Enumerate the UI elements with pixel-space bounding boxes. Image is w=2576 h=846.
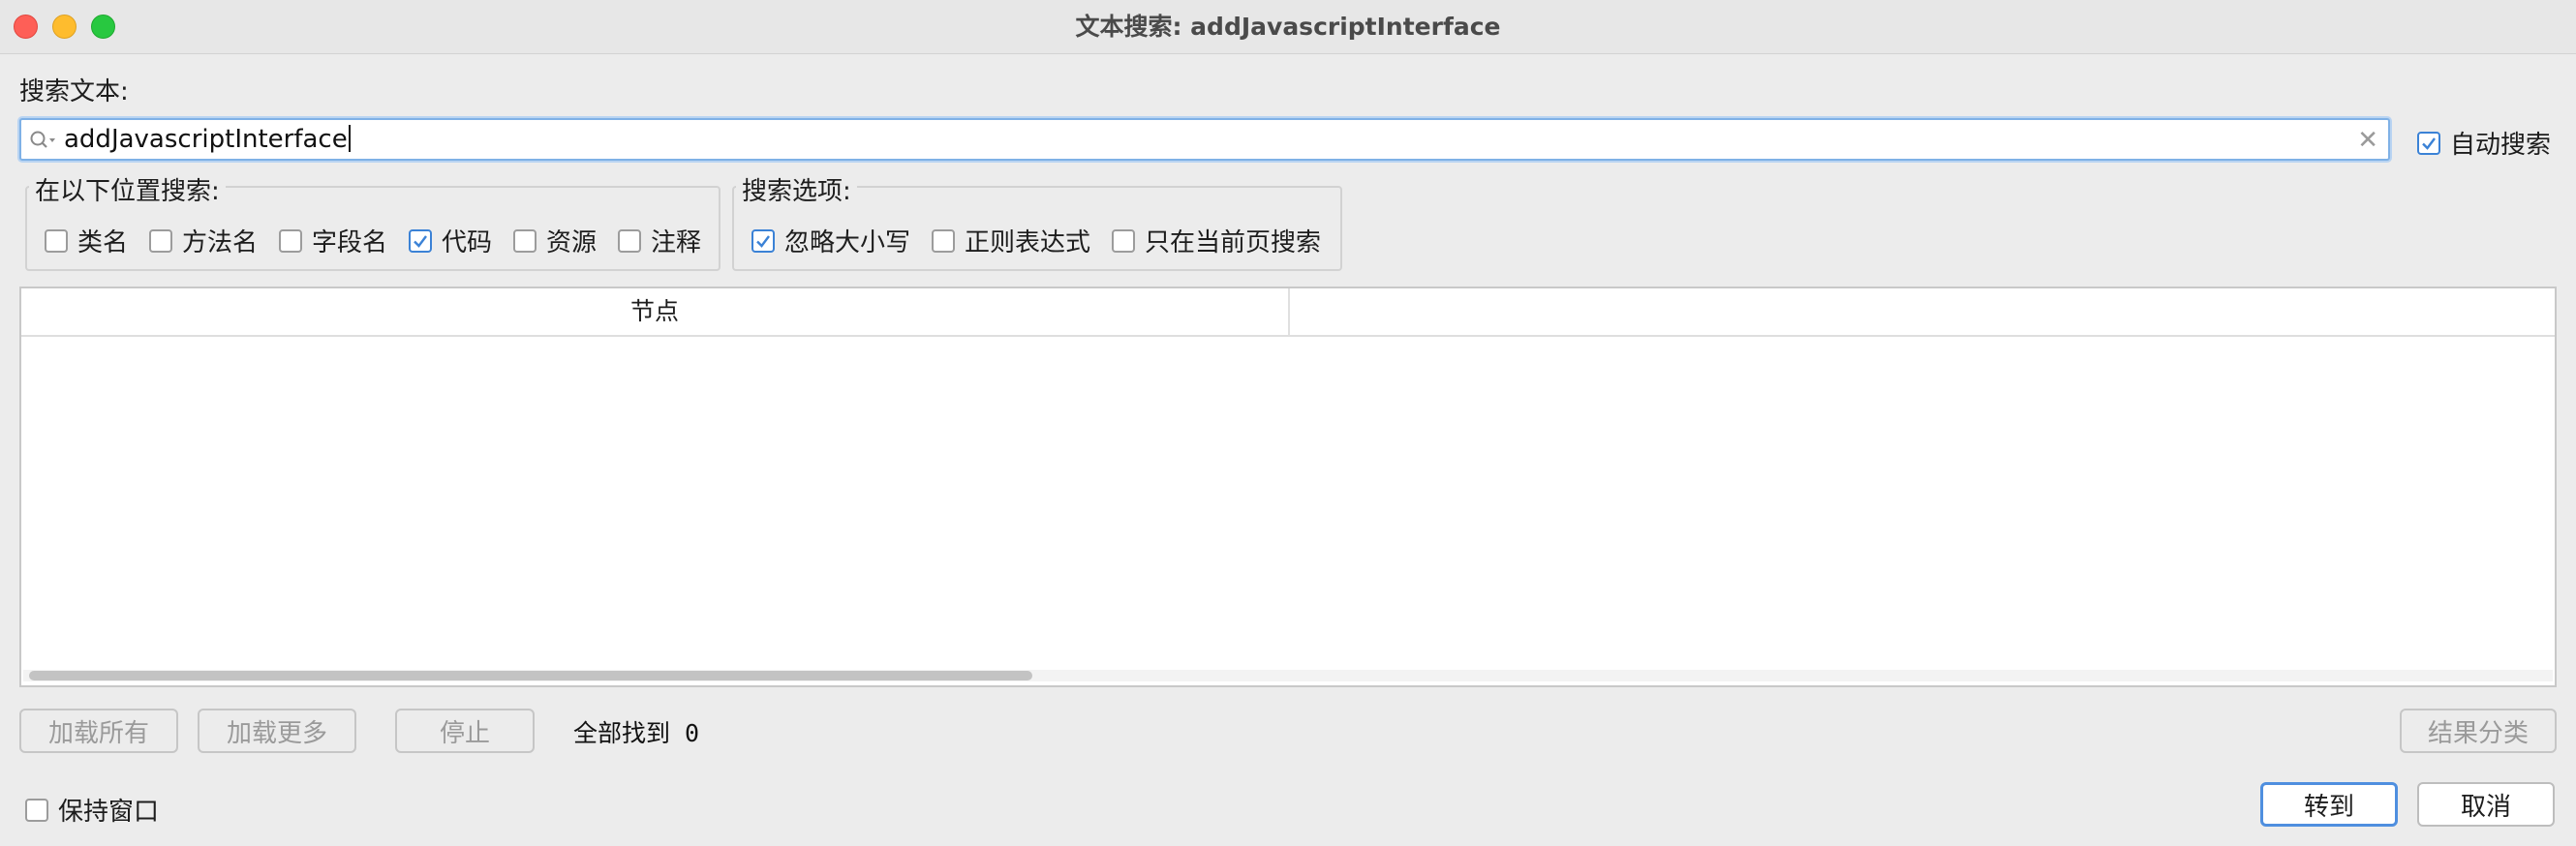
cancel-button[interactable]: 取消 bbox=[2417, 782, 2555, 827]
search-in-code-checkbox[interactable]: 代码 bbox=[409, 223, 492, 258]
table-header: 节点 bbox=[21, 288, 2555, 337]
checkbox-unchecked-icon[interactable] bbox=[932, 228, 955, 253]
column-header-2[interactable] bbox=[1290, 288, 2555, 335]
keep-window-checkbox[interactable]: 保持窗口 bbox=[25, 792, 159, 828]
load-all-button[interactable]: 加载所有 bbox=[19, 709, 178, 753]
auto-search-label: 自动搜索 bbox=[2450, 131, 2552, 160]
sort-results-button[interactable]: 结果分类 bbox=[2400, 709, 2557, 753]
current-page-only-checkbox[interactable]: 只在当前页搜索 bbox=[1112, 223, 1321, 258]
checkbox-unchecked-icon[interactable] bbox=[279, 228, 302, 253]
column-header-node[interactable]: 节点 bbox=[21, 288, 1288, 335]
regex-checkbox[interactable]: 正则表达式 bbox=[932, 223, 1090, 258]
field-name-label: 字段名 bbox=[312, 228, 388, 257]
resource-label: 资源 bbox=[546, 228, 598, 257]
goto-button[interactable]: 转到 bbox=[2260, 782, 2398, 827]
checkbox-checked-icon[interactable] bbox=[751, 228, 775, 253]
checkbox-unchecked-icon[interactable] bbox=[45, 228, 68, 253]
search-in-resource-checkbox[interactable]: 资源 bbox=[513, 223, 597, 258]
comment-label: 注释 bbox=[651, 228, 702, 257]
search-options-legend: 搜索选项: bbox=[736, 171, 857, 207]
window-title: 文本搜索: addJavascriptInterface bbox=[1075, 13, 1501, 41]
ignore-case-checkbox[interactable]: 忽略大小写 bbox=[751, 223, 910, 258]
keep-window-label: 保持窗口 bbox=[58, 798, 160, 827]
search-dialog: 文本搜索: addJavascriptInterface 搜索文本: addJa… bbox=[0, 0, 2576, 846]
scrollbar-thumb[interactable] bbox=[29, 671, 1032, 680]
horizontal-scrollbar[interactable] bbox=[23, 670, 2553, 681]
ignore-case-label: 忽略大小写 bbox=[784, 228, 911, 257]
checkbox-unchecked-icon[interactable] bbox=[618, 228, 641, 253]
title-bar: 文本搜索: addJavascriptInterface bbox=[0, 0, 2576, 54]
found-count-text: 全部找到 0 bbox=[573, 719, 700, 747]
stop-button[interactable]: 停止 bbox=[395, 709, 535, 753]
checkbox-checked-icon[interactable] bbox=[2417, 131, 2440, 155]
search-text-label: 搜索文本: bbox=[19, 77, 129, 106]
load-more-button[interactable]: 加载更多 bbox=[198, 709, 356, 753]
text-caret bbox=[348, 125, 351, 152]
search-in-class-checkbox[interactable]: 类名 bbox=[45, 223, 128, 258]
method-name-label: 方法名 bbox=[182, 228, 259, 257]
code-label: 代码 bbox=[442, 228, 493, 257]
search-input[interactable]: addJavascriptInterface ✕ bbox=[19, 118, 2390, 161]
search-input-value[interactable]: addJavascriptInterface bbox=[64, 125, 351, 154]
clear-icon[interactable]: ✕ bbox=[2357, 126, 2378, 155]
search-icon[interactable] bbox=[29, 130, 56, 151]
regex-label: 正则表达式 bbox=[965, 228, 1091, 257]
class-name-label: 类名 bbox=[77, 228, 129, 257]
search-in-comment-checkbox[interactable]: 注释 bbox=[618, 223, 701, 258]
checkbox-checked-icon[interactable] bbox=[409, 228, 432, 253]
checkbox-unchecked-icon[interactable] bbox=[149, 228, 172, 253]
checkbox-unchecked-icon[interactable] bbox=[513, 228, 537, 253]
search-in-field-checkbox[interactable]: 字段名 bbox=[279, 223, 387, 258]
checkbox-unchecked-icon[interactable] bbox=[25, 798, 48, 822]
auto-search-checkbox[interactable]: 自动搜索 bbox=[2417, 125, 2551, 161]
current-page-only-label: 只在当前页搜索 bbox=[1145, 228, 1322, 257]
checkbox-unchecked-icon[interactable] bbox=[1112, 228, 1135, 253]
results-table[interactable]: 节点 bbox=[19, 287, 2557, 687]
search-in-legend: 在以下位置搜索: bbox=[29, 171, 226, 207]
search-in-method-checkbox[interactable]: 方法名 bbox=[149, 223, 258, 258]
